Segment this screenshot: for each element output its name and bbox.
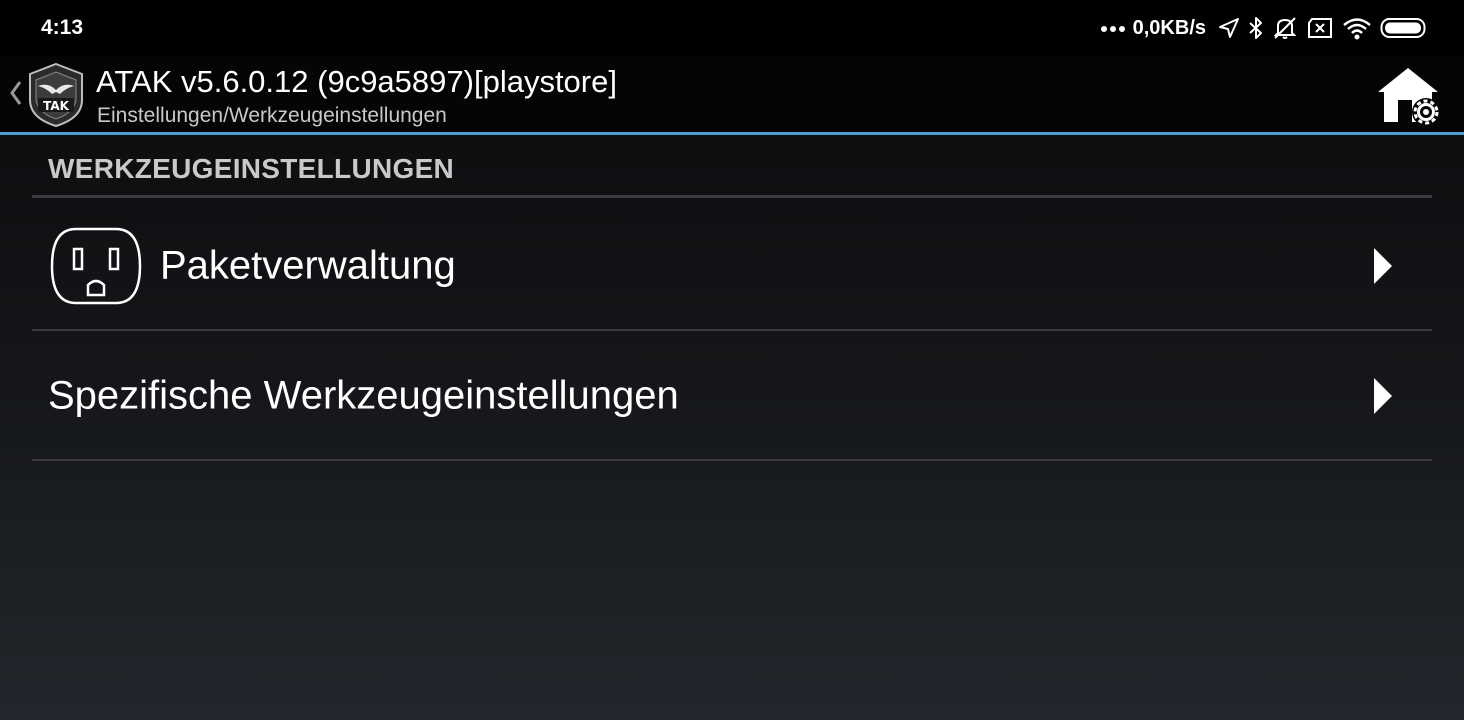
section-divider [32, 195, 1432, 198]
pref-item-spezifische-werkzeugeinstellungen[interactable]: Spezifische Werkzeugeinstellungen [32, 331, 1432, 461]
svg-text:TAK: TAK [43, 99, 70, 113]
action-bar: TAK ATAK v5.6.0.12 (9c9a5897)[playstore]… [0, 56, 1464, 135]
pref-item-label: Paketverwaltung [160, 243, 456, 288]
bluetooth-icon [1248, 16, 1264, 40]
settings-content: WERKZEUGEINSTELLUNGEN Paketverwaltung Sp… [0, 135, 1464, 720]
wifi-icon [1342, 16, 1372, 40]
pref-item-label: Spezifische Werkzeugeinstellungen [48, 373, 679, 418]
location-arrow-icon [1218, 17, 1240, 39]
chevron-right-icon [1372, 248, 1392, 284]
status-time: 4:13 [41, 16, 84, 39]
home-settings-button[interactable] [1376, 66, 1440, 128]
chevron-right-icon [1372, 378, 1392, 414]
more-dots-icon [1100, 23, 1125, 33]
power-outlet-icon [50, 227, 142, 305]
section-title: WERKZEUGEINSTELLUNGEN [48, 153, 455, 184]
status-bar: 4:13 0,0KB/s [0, 0, 1464, 56]
row-divider [32, 459, 1432, 461]
status-icons: 0,0KB/s [1100, 16, 1428, 40]
battery-icon [1380, 17, 1428, 39]
pref-item-paketverwaltung[interactable]: Paketverwaltung [32, 201, 1432, 331]
back-chevron-icon[interactable] [6, 76, 24, 110]
app-title: ATAK v5.6.0.12 (9c9a5897)[playstore] [96, 64, 617, 99]
sim-missing-icon [1306, 17, 1334, 39]
notifications-off-icon [1272, 16, 1298, 40]
home-gear-icon [1378, 68, 1440, 126]
network-speed: 0,0KB/s [1132, 16, 1206, 39]
tak-logo[interactable]: TAK [26, 62, 86, 128]
breadcrumb: Einstellungen/Werkzeugeinstellungen [97, 104, 447, 127]
